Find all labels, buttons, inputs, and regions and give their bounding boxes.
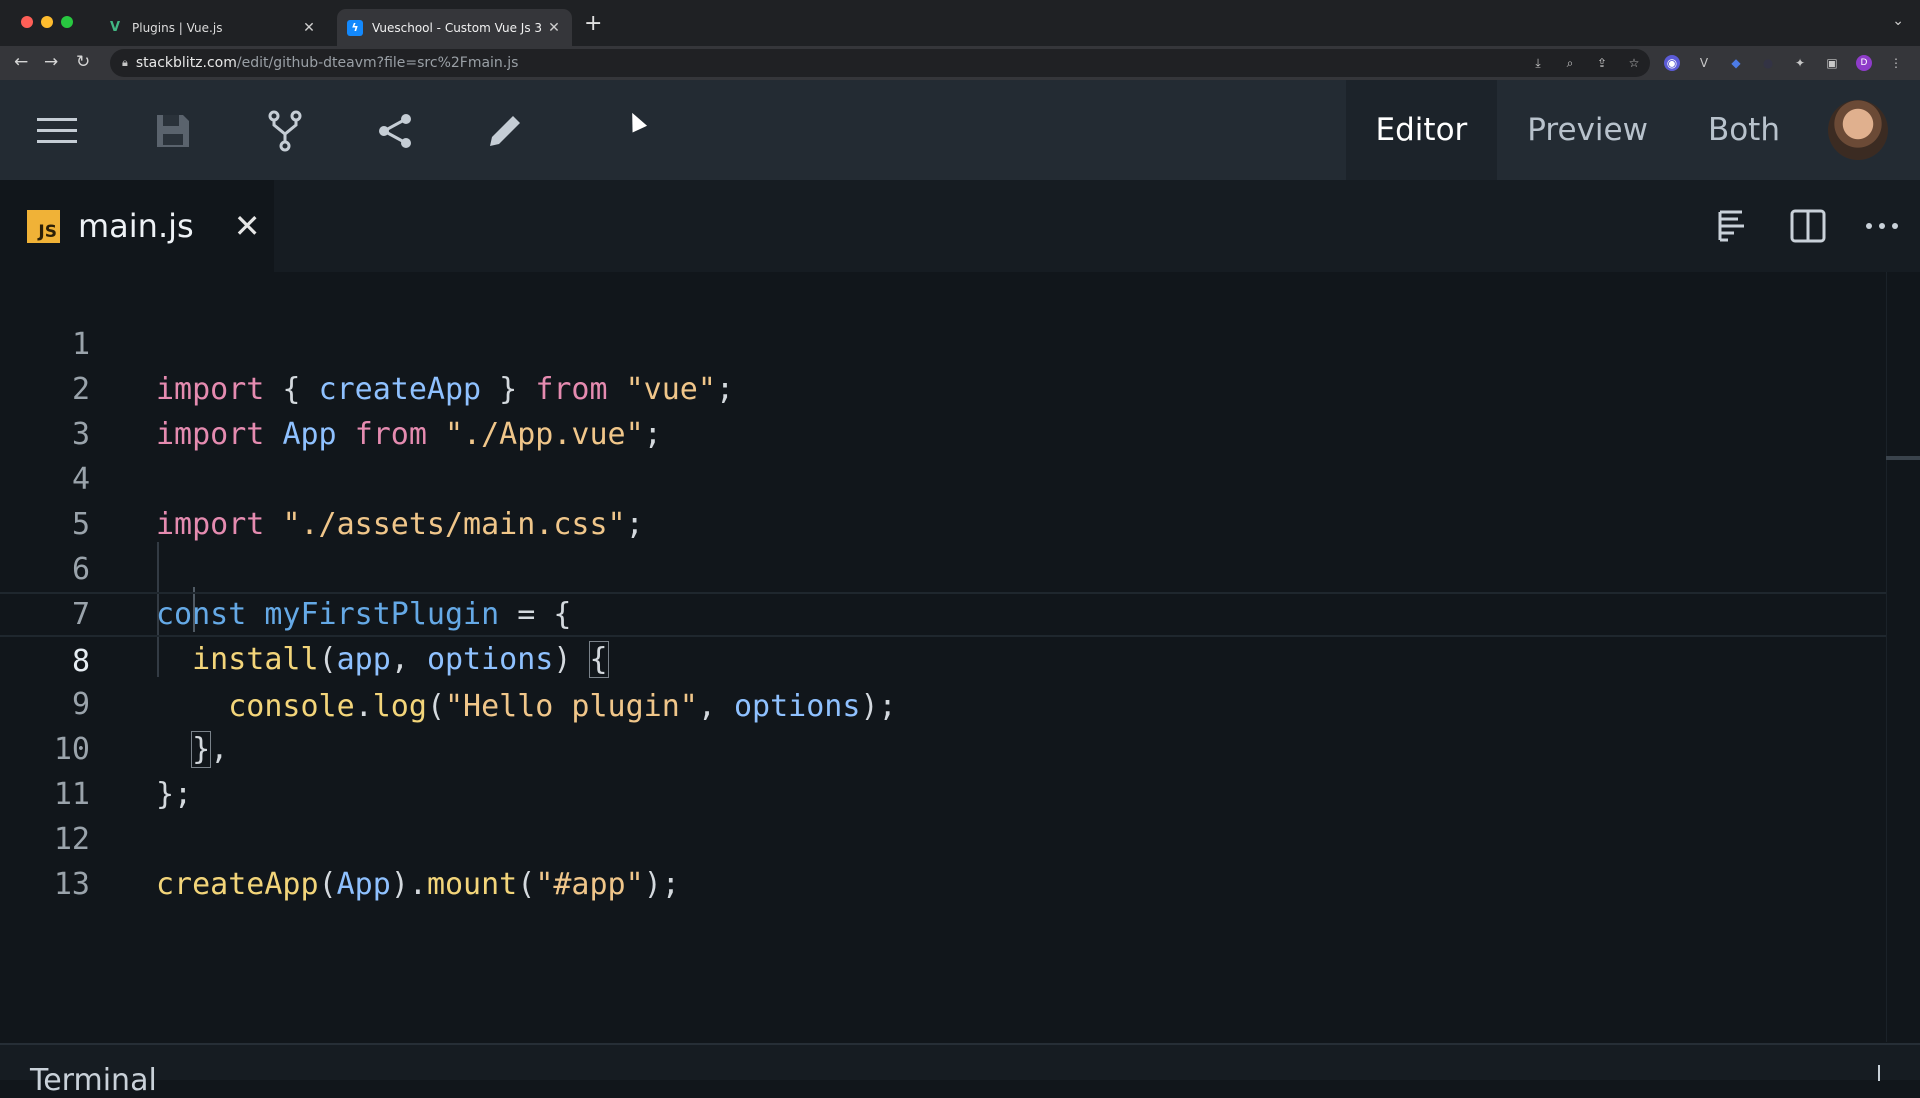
save-icon[interactable] [148, 106, 198, 156]
code-line: 4 import "./assets/main.css"; [0, 412, 1886, 542]
share-page-icon[interactable]: ⇪ [1594, 55, 1610, 71]
reload-icon[interactable]: ↻ [76, 52, 90, 72]
share-icon[interactable] [370, 106, 420, 156]
stackblitz-bolt-icon: ϟ [347, 19, 363, 36]
javascript-file-icon: JS [27, 209, 60, 243]
edit-pencil-icon[interactable] [480, 106, 530, 156]
address-bar-row: ← → ↻ 🔒︎ stackblitz.com /edit/github-dte… [0, 46, 1920, 80]
code-token: App [336, 867, 391, 902]
editor-file-tabs: JS main.js ✕ [0, 180, 1920, 272]
url-domain: stackblitz.com [135, 55, 237, 71]
url-field[interactable]: 🔒︎ stackblitz.com /edit/github-dteavm?fi… [110, 49, 1650, 77]
terminal-panel[interactable]: Terminal [0, 1043, 1920, 1098]
code-line: 10 }; [0, 682, 1886, 812]
code-line: 11 [0, 727, 1886, 812]
code-line: 6 const myFirstPlugin = { [0, 502, 1886, 632]
extension-icon[interactable]: ◆ [1728, 55, 1744, 71]
format-code-icon[interactable] [1710, 204, 1754, 248]
url-path: /edit/github-dteavm?file=src%2Fmain.js [236, 55, 519, 71]
code-token: "#app" [535, 867, 644, 902]
terminal-resize-handle[interactable] [1878, 1065, 1880, 1081]
new-tab-button[interactable]: + [584, 11, 602, 36]
code-line: 5 [0, 457, 1886, 542]
puzzle-extensions-icon[interactable]: ✦ [1792, 55, 1808, 71]
forward-arrow-icon[interactable]: → [44, 52, 58, 72]
browser-tab-vue-plugins[interactable]: V Plugins | Vue.js ✕ [97, 9, 327, 46]
close-icon[interactable]: ✕ [301, 20, 317, 36]
editor-scrollbar[interactable] [1886, 272, 1920, 1042]
fork-icon[interactable] [260, 106, 310, 156]
hamburger-menu-icon[interactable] [32, 106, 82, 156]
code-line: 3 [0, 367, 1886, 452]
close-window-button[interactable] [21, 16, 33, 28]
code-line-current: 8 console.log("Hello plugin", options); [0, 592, 1886, 724]
back-arrow-icon[interactable]: ← [14, 52, 28, 72]
zoom-icon[interactable]: ⌕ [1562, 55, 1578, 71]
extension-icon[interactable]: ◉ [1664, 55, 1680, 71]
extension-icon[interactable]: ● [1760, 55, 1776, 71]
avatar[interactable] [1828, 100, 1888, 160]
vue-icon: V [109, 20, 121, 35]
profile-icon[interactable]: D [1856, 55, 1872, 71]
line-number: 13 [53, 867, 90, 902]
close-icon[interactable]: ✕ [234, 207, 261, 245]
install-app-icon[interactable]: ⤓ [1530, 55, 1546, 71]
file-tab-main-js[interactable]: JS main.js ✕ [0, 180, 274, 272]
scrollbar-thumb[interactable] [1886, 456, 1920, 460]
code-token: createApp [156, 867, 319, 902]
code-line: 1 import { createApp } from "vue"; [0, 277, 1886, 407]
view-mode-tabs: Editor Preview Both [1345, 80, 1810, 180]
maximize-window-button[interactable] [61, 16, 73, 28]
code-line: 12 createApp(App).mount("#app"); [0, 772, 1886, 902]
stackblitz-toolbar: Editor Preview Both [0, 80, 1920, 180]
terminal-label: Terminal [30, 1063, 157, 1098]
browser-tab-vueschool[interactable]: ϟ Vueschool - Custom Vue Js 3 P ✕ [337, 9, 572, 46]
vue-devtools-icon[interactable]: V [1696, 55, 1712, 71]
close-icon[interactable]: ✕ [546, 20, 562, 36]
file-tab-label: main.js [78, 207, 194, 245]
split-editor-icon[interactable] [1786, 204, 1830, 248]
code-line: 13 [0, 817, 1886, 902]
code-line: 9 }, [0, 637, 1886, 768]
more-options-icon[interactable] [1860, 204, 1904, 248]
lock-icon: 🔒︎ [122, 56, 128, 69]
sidebar-icon[interactable]: ▣ [1824, 55, 1840, 71]
code-editor[interactable]: 1 import { createApp } from "vue"; 2 imp… [0, 272, 1886, 1042]
tab-preview[interactable]: Preview [1497, 80, 1678, 180]
minimize-window-button[interactable] [41, 16, 53, 28]
bookmark-star-icon[interactable]: ☆ [1626, 55, 1642, 71]
code-line: 2 import App from "./App.vue"; [0, 322, 1886, 452]
code-token: mount [426, 867, 518, 902]
tab-editor[interactable]: Editor [1345, 80, 1498, 180]
tab-both[interactable]: Both [1678, 80, 1810, 180]
tab-title: Plugins | Vue.js [132, 20, 223, 35]
browser-tab-strip: V Plugins | Vue.js ✕ ϟ Vueschool - Custo… [0, 0, 1920, 46]
tab-title: Vueschool - Custom Vue Js 3 P [372, 20, 546, 35]
code-line: 7 install(app, options) { [0, 547, 1886, 678]
chevron-down-icon[interactable]: ⌄ [1892, 13, 1904, 29]
menu-kebab-icon[interactable]: ⋮ [1888, 55, 1904, 71]
